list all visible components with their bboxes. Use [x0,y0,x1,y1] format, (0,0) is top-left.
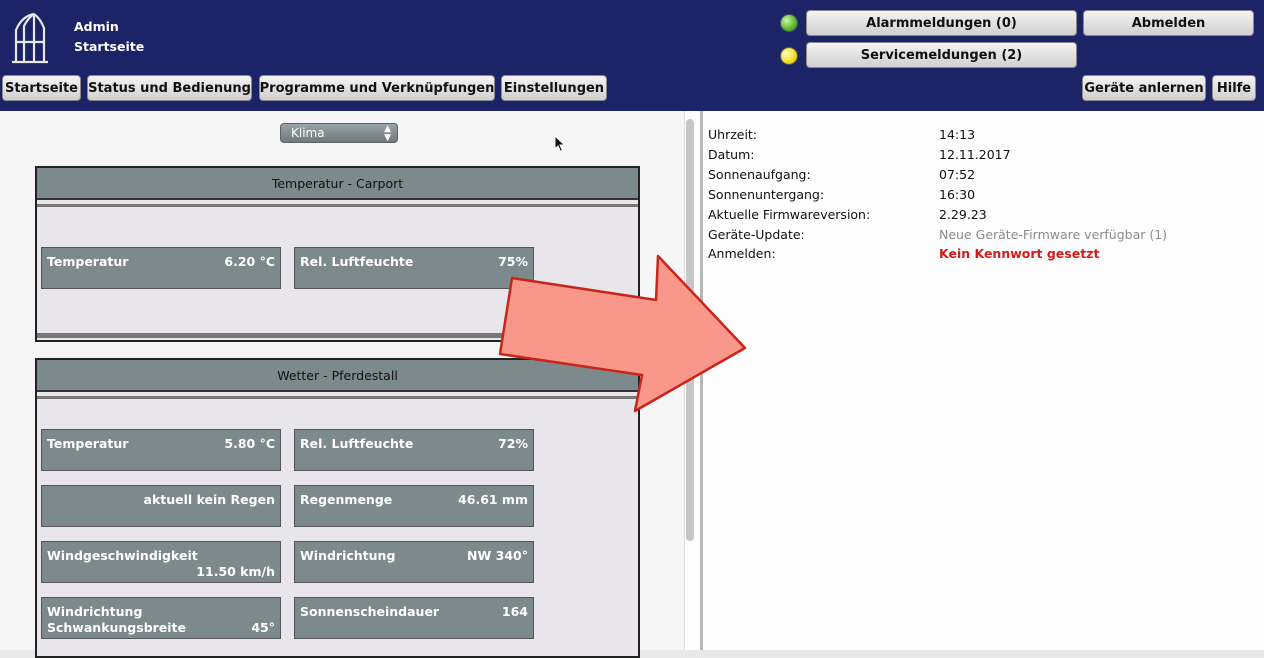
alarm-status-led-icon [780,14,798,32]
tile-value: 5.80 °C [224,436,275,451]
tile-label: Regenmenge [300,492,393,507]
login-warning[interactable]: Kein Kennwort gesetzt [939,246,1099,261]
current-page-label: Startseite [74,39,145,54]
nav-status-button[interactable]: Status und Bedienung [87,75,252,101]
alarm-messages-button[interactable]: Alarmmeldungen (0) [806,10,1077,36]
sunset-value: 16:30 [939,187,976,202]
time-value: 14:13 [939,127,976,142]
tile-sunshine-duration[interactable]: Sonnenscheindauer 164 [294,597,534,639]
tile-label: Sonnenscheindauer [300,604,440,619]
tile-label: Windrichtung [300,548,396,563]
tile-value: 46.61 mm [458,492,528,507]
sunset-label: Sonnenuntergang: [708,187,825,202]
tile-temperature[interactable]: Temperatur 6.20 °C [41,247,281,289]
category-select-value: Klima [291,126,325,140]
nav-programs-button[interactable]: Programme und Verknüpfungen [259,75,495,101]
tile-label: Windrichtung [47,604,143,619]
device-update-label: Geräte-Update: [708,227,805,242]
service-messages-button[interactable]: Servicemeldungen (2) [806,42,1077,68]
panel-title: Temperatur - Carport [37,168,638,200]
tile-label: Rel. Luftfeuchte [300,436,414,451]
tile-temperature[interactable]: Temperatur 5.80 °C [41,429,281,471]
user-name: Admin [74,19,119,34]
tile-value: aktuell kein Regen [143,492,275,507]
tile-value: 164 [501,604,528,619]
sunrise-label: Sonnenaufgang: [708,167,811,182]
tile-value: 6.20 °C [224,254,275,269]
tile-wind-range[interactable]: Windrichtung Schwankungsbreite 45° [41,597,281,639]
date-label: Datum: [708,147,755,162]
teach-devices-button[interactable]: Geräte anlernen [1082,75,1206,101]
firmware-label: Aktuelle Firmwareversion: [708,207,871,222]
firmware-value: 2.29.23 [939,207,987,222]
tile-label: Windgeschwindigkeit [47,548,198,563]
tile-wind-speed[interactable]: Windgeschwindigkeit 11.50 km/h [41,541,281,583]
panel-divider [37,204,638,207]
nav-home-button[interactable]: Startseite [2,75,81,101]
tile-wind-direction[interactable]: Windrichtung NW 340° [294,541,534,583]
logout-button[interactable]: Abmelden [1083,10,1254,36]
device-update-link[interactable]: Neue Geräte-Firmware verfügbar (1) [939,227,1167,242]
time-label: Uhrzeit: [708,127,758,142]
big-right-arrow-icon [498,254,747,413]
tile-label: Rel. Luftfeuchte [300,254,414,269]
house-roof-logo-icon [12,12,48,64]
tile-value: NW 340° [467,548,528,563]
service-status-led-icon [780,47,798,65]
tile-value: 45° [251,620,275,635]
nav-settings-button[interactable]: Einstellungen [501,75,607,101]
tile-humidity[interactable]: Rel. Luftfeuchte 72% [294,429,534,471]
tile-value: 11.50 km/h [196,564,275,579]
tile-rain-status[interactable]: aktuell kein Regen [41,485,281,527]
help-button[interactable]: Hilfe [1212,75,1256,101]
tile-value: 72% [498,436,528,451]
date-value: 12.11.2017 [939,147,1011,162]
tile-label: Temperatur [47,436,129,451]
updown-arrows-icon: ▲ ▼ [384,124,391,143]
tile-label: Temperatur [47,254,129,269]
tile-label-line2: Schwankungsbreite [47,620,187,635]
category-select[interactable]: Klima ▲ ▼ [280,123,398,143]
tile-rain-amount[interactable]: Regenmenge 46.61 mm [294,485,534,527]
mouse-pointer-icon [554,135,566,153]
sunrise-value: 07:52 [939,167,976,182]
